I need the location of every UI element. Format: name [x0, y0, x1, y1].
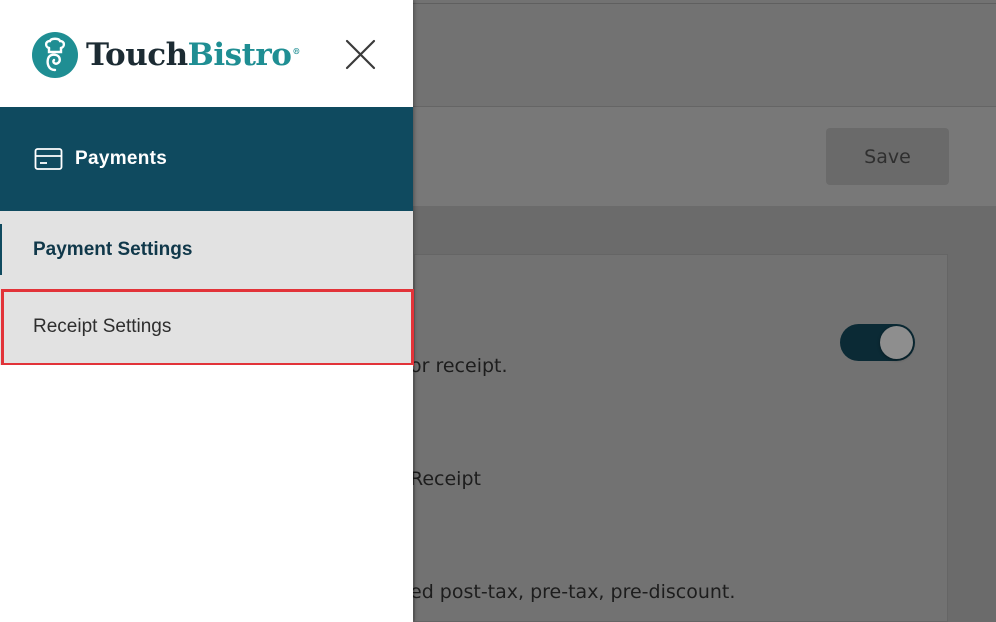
navigation-drawer: TouchBistro® Payments Payment Settings R…	[0, 0, 414, 622]
nav-item-payment-settings[interactable]: Payment Settings	[0, 211, 413, 288]
logo-wordmark: TouchBistro®	[86, 37, 300, 73]
active-indicator	[0, 224, 2, 275]
settings-card	[414, 254, 948, 622]
chef-logo-icon	[32, 32, 78, 78]
drawer-header: TouchBistro®	[0, 0, 413, 107]
nav-item-label: Payment Settings	[33, 238, 193, 260]
credit-card-icon	[34, 147, 63, 171]
save-button[interactable]: Save	[826, 128, 949, 185]
nav-item-receipt-settings[interactable]: Receipt Settings	[0, 288, 413, 365]
close-icon[interactable]	[344, 38, 377, 71]
setting-description: or receipt.	[410, 355, 508, 377]
receipt-toggle[interactable]	[840, 324, 915, 361]
section-label: Payments	[75, 148, 168, 169]
touchbistro-logo[interactable]: TouchBistro®	[32, 32, 300, 78]
nav-item-label: Receipt Settings	[33, 315, 172, 337]
toggle-knob	[880, 326, 913, 359]
drawer-empty-area	[0, 365, 413, 622]
payments-section-header[interactable]: Payments	[0, 107, 413, 211]
setting-label: Receipt	[410, 468, 481, 490]
setting-description: ed post-tax, pre-tax, pre-discount.	[410, 581, 736, 603]
